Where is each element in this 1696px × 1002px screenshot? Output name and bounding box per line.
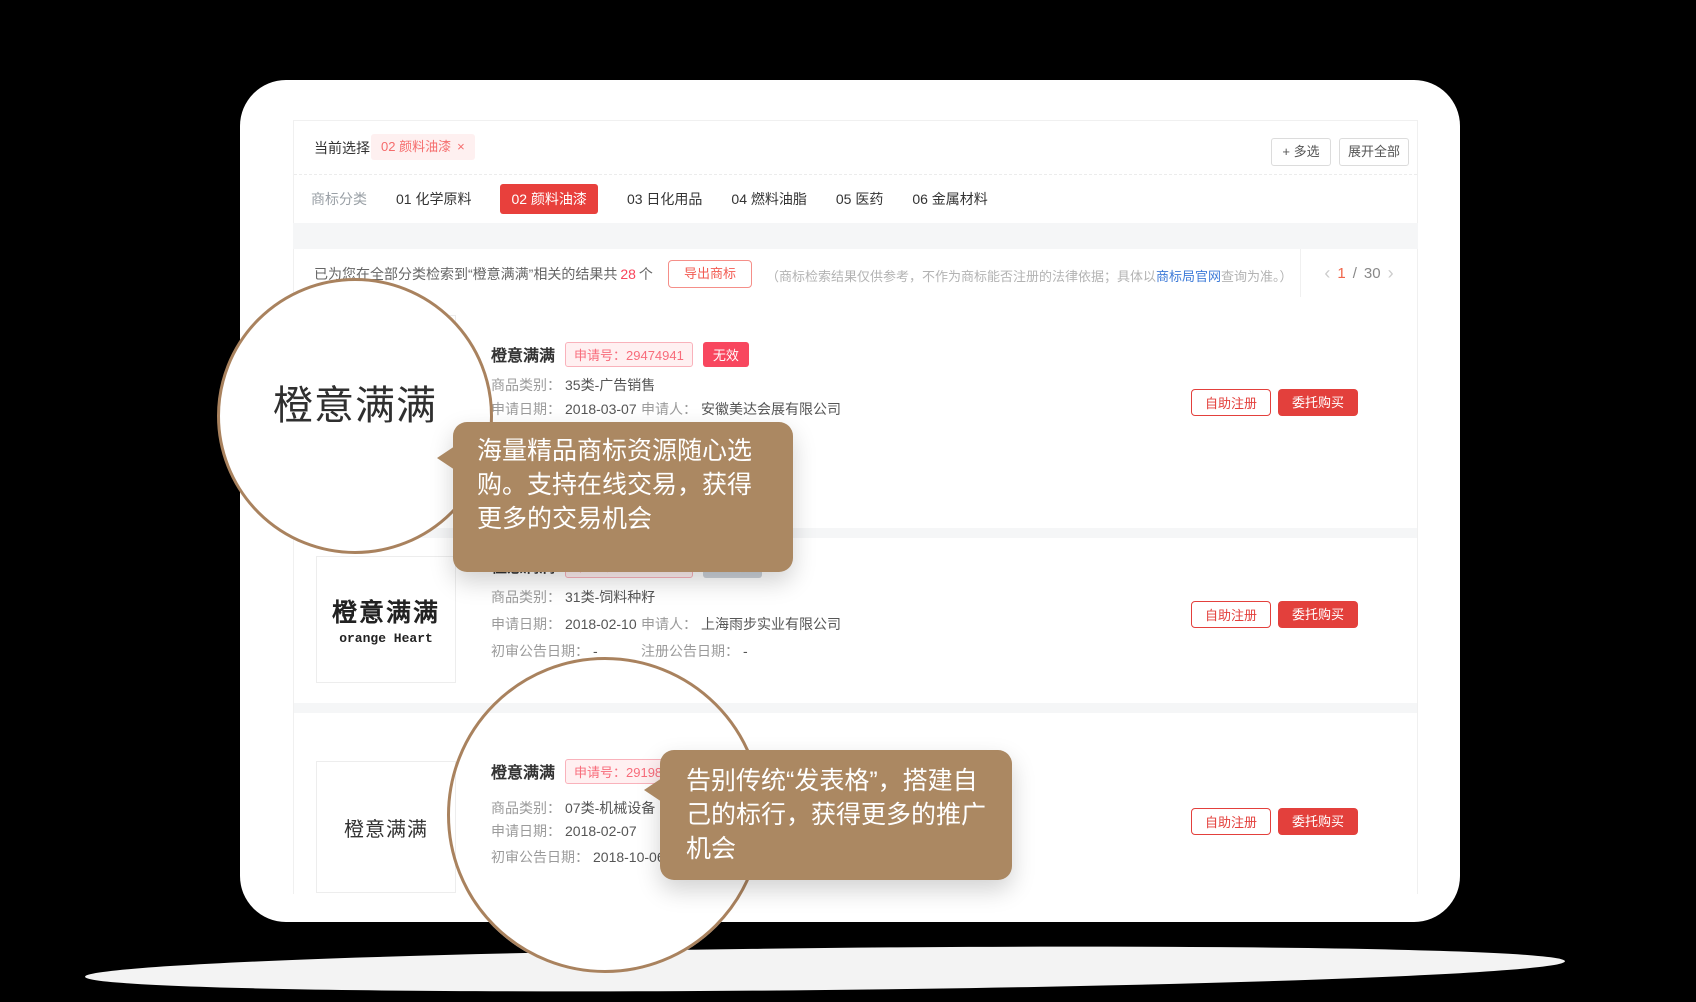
field-label: 申请日期： <box>491 401 561 417</box>
field-label: 商品类别： <box>491 377 561 393</box>
expand-all-button[interactable]: 展开全部 <box>1339 138 1409 166</box>
field-label: 申请日期： <box>491 616 561 632</box>
category-tab-06[interactable]: 06 金属材料 <box>912 189 987 209</box>
field-value: 安徽美达会展有限公司 <box>701 401 841 417</box>
section-divider <box>293 223 1418 249</box>
entrust-purchase-button[interactable]: 委托购买 <box>1278 808 1358 835</box>
category-tab-04[interactable]: 04 燃料油脂 <box>731 189 806 209</box>
field-label: 初审公告日期： <box>491 643 589 659</box>
self-register-button[interactable]: 自助注册 <box>1191 601 1271 628</box>
field-label: 注册公告日期： <box>641 643 739 659</box>
trademark-logo-text: 橙意满满 <box>344 813 428 842</box>
selected-filter-tag-text: 02 颜料油漆 <box>381 139 451 154</box>
field-label: 申请人： <box>641 616 697 632</box>
field-value: 35类-广告销售 <box>565 377 655 393</box>
trademark-logo-cn: 橙意满满 <box>332 593 440 629</box>
tooltip-promotion: 告别传统“发表格”，搭建自己的标行，获得更多的推广机会 <box>660 750 1012 880</box>
current-selection-bar: 当前选择 02 颜料油漆× 全部清除 <box>294 121 1417 175</box>
category-tab-03[interactable]: 03 日化用品 <box>627 189 702 209</box>
applicant-field: 申请人：上海雨步实业有限公司 <box>641 614 841 634</box>
application-number-badge: 申请号：29474941 <box>565 342 693 367</box>
field-value: 2018-03-07 <box>565 401 637 417</box>
selected-filter-tag[interactable]: 02 颜料油漆 × <box>371 134 475 160</box>
card-1-date-row: 申请日期：2018-03-07 申请人：安徽美达会展有限公司 <box>491 399 637 419</box>
applicant-field: 申请人：安徽美达会展有限公司 <box>641 399 841 419</box>
card-2-date-row: 申请日期：2018-02-10 申请人：上海雨步实业有限公司 <box>491 614 637 634</box>
current-selection-label: 当前选择 <box>314 138 370 158</box>
pagination: ‹ 1 / 30 › <box>1300 249 1417 297</box>
self-register-button[interactable]: 自助注册 <box>1191 389 1271 416</box>
results-header: 已为您在全部分类检索到“橙意满满”相关的结果共28个 导出商标 （商标检索结果仅… <box>294 249 1417 298</box>
trademark-image-3: 橙意满满 <box>316 761 456 893</box>
base-shadow <box>85 940 1565 997</box>
magnifier-circle-1: 橙意满满 <box>217 278 493 554</box>
export-trademarks-button[interactable]: 导出商标 <box>668 260 752 288</box>
category-tab-05[interactable]: 05 医药 <box>836 189 883 209</box>
page: 当前选择 02 颜料油漆× 全部清除 商标分类 01 化学原料 02 颜料油漆 … <box>0 0 1696 1002</box>
results-count-unit: 个 <box>639 266 653 282</box>
trademark-image-2: 橙意满满 orange Heart <box>316 556 456 683</box>
next-page-icon[interactable]: › <box>1388 263 1394 284</box>
category-tab-02-active[interactable]: 02 颜料油漆 <box>500 184 597 214</box>
card-2-category-row: 商品类别：31类-饲料种籽 <box>491 587 655 607</box>
field-value: 31类-饲料种籽 <box>565 589 655 605</box>
category-bar-label: 商标分类 <box>311 189 367 209</box>
prev-page-icon[interactable]: ‹ <box>1324 263 1330 284</box>
card-gap <box>294 703 1417 713</box>
field-label: 申请人： <box>641 401 697 417</box>
card-1-category-row: 商品类别：35类-广告销售 <box>491 375 655 395</box>
field-label: 商品类别： <box>491 589 561 605</box>
reg-publication-field: 注册公告日期：- <box>641 641 748 661</box>
remove-filter-icon[interactable]: × <box>457 139 465 154</box>
trademark-name: 橙意满满 <box>491 342 555 366</box>
category-bar: 商标分类 01 化学原料 02 颜料油漆 03 日化用品 04 燃料油脂 05 … <box>294 174 1417 223</box>
field-value: - <box>743 643 748 659</box>
current-page: 1 <box>1337 265 1345 282</box>
page-separator: / <box>1353 265 1357 282</box>
category-tab-01[interactable]: 01 化学原料 <box>396 189 471 209</box>
results-count: 28 <box>620 266 636 282</box>
entrust-purchase-button[interactable]: 委托购买 <box>1278 389 1358 416</box>
status-badge-invalid: 无效 <box>703 342 749 367</box>
magnified-trademark-text: 橙意满满 <box>273 373 437 431</box>
disclaimer-prefix: （商标检索结果仅供参考，不作为商标能否注册的法律依据；具体以 <box>766 269 1156 284</box>
trademark-logo-en: orange Heart <box>339 631 433 646</box>
tooltip-marketplace: 海量精品商标资源随心选购。支持在线交易，获得更多的交易机会 <box>453 422 793 572</box>
self-register-button[interactable]: 自助注册 <box>1191 808 1271 835</box>
multi-select-button[interactable]: + 多选 <box>1271 138 1331 166</box>
disclaimer-note: （商标检索结果仅供参考，不作为商标能否注册的法律依据；具体以商标局官网查询为准。… <box>766 266 1293 285</box>
entrust-purchase-button[interactable]: 委托购买 <box>1278 601 1358 628</box>
trademark-office-link[interactable]: 商标局官网 <box>1156 269 1221 284</box>
field-value: 2018-02-10 <box>565 616 637 632</box>
field-value: 上海雨步实业有限公司 <box>701 616 841 632</box>
disclaimer-suffix: 查询为准。） <box>1221 269 1293 284</box>
card-1-title-row: 橙意满满 申请号：29474941 无效 <box>491 341 749 367</box>
total-pages: 30 <box>1364 265 1381 282</box>
